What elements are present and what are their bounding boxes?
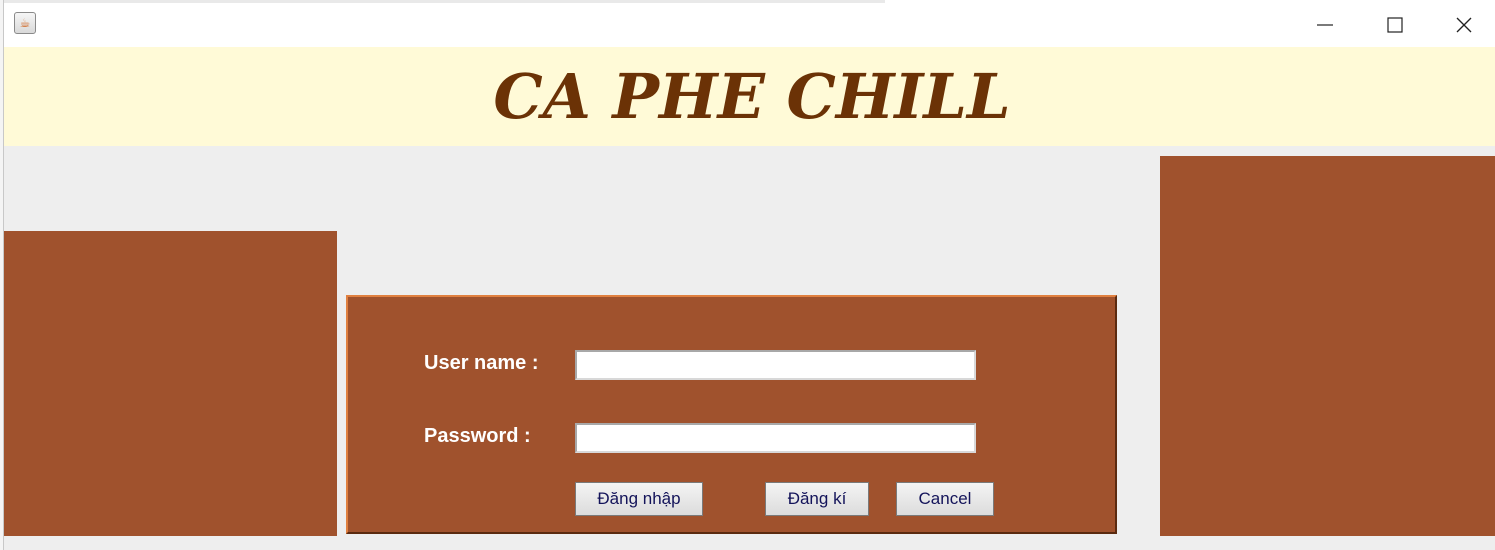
username-input[interactable]	[575, 350, 976, 380]
login-button[interactable]: Đăng nhập	[575, 482, 703, 516]
password-label: Password :	[424, 425, 531, 447]
left-decor-panel	[4, 231, 337, 536]
register-button[interactable]: Đăng kí	[765, 482, 869, 516]
password-input[interactable]	[575, 423, 976, 453]
title-bar[interactable]: ☕	[4, 3, 1495, 47]
header-banner: CA PHE CHILL	[4, 47, 1495, 146]
app-title: CA PHE CHILL	[493, 60, 1011, 133]
login-form-panel: User name : Password : Đăng nhập Đăng kí…	[346, 295, 1117, 534]
username-label: User name :	[424, 352, 539, 374]
java-cup-icon[interactable]: ☕	[14, 12, 36, 34]
minimize-button[interactable]	[1290, 3, 1360, 47]
minimize-icon	[1317, 24, 1333, 26]
content-area: User name : Password : Đăng nhập Đăng kí…	[4, 146, 1495, 550]
cancel-button[interactable]: Cancel	[896, 482, 994, 516]
login-window: ☕ CA PHE CHILL User name : Password : Đă…	[0, 0, 1495, 550]
maximize-button[interactable]	[1360, 3, 1430, 47]
close-button[interactable]	[1429, 3, 1495, 47]
maximize-icon	[1387, 17, 1403, 33]
close-icon	[1456, 17, 1472, 33]
right-decor-panel	[1160, 156, 1495, 536]
